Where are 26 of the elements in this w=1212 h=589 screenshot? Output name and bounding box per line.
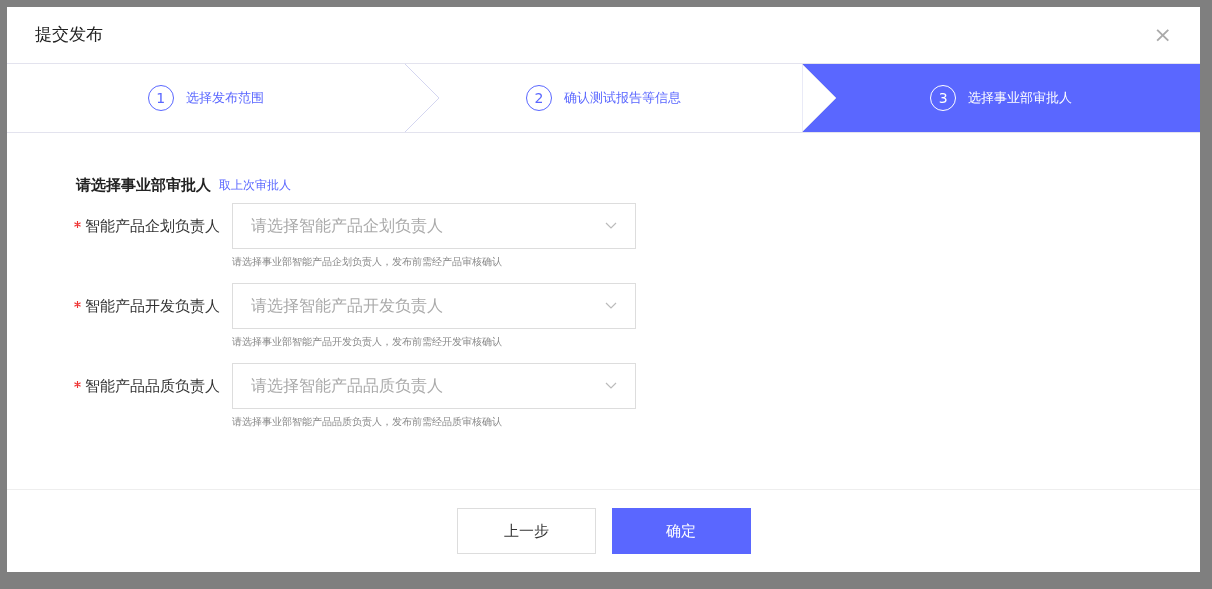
chevron-down-icon <box>605 382 617 390</box>
field-label: 智能产品开发负责人 <box>85 295 220 317</box>
field-label: 智能产品企划负责人 <box>85 215 220 237</box>
step-tab[interactable]: 3 选择事业部审批人 <box>802 64 1200 132</box>
select-field[interactable]: 请选择智能产品企划负责人 <box>232 203 636 249</box>
confirm-button[interactable]: 确定 <box>611 508 751 554</box>
back-button[interactable]: 上一步 <box>456 508 596 554</box>
step-label: 选择事业部审批人 <box>968 89 1073 108</box>
select-placeholder: 请选择智能产品企划负责人 <box>251 215 443 237</box>
step-label: 确认测试报告等信息 <box>564 89 681 108</box>
close-button[interactable]: × <box>1153 24 1172 46</box>
select-field[interactable]: 请选择智能产品品质负责人 <box>232 363 636 409</box>
select-placeholder: 请选择智能产品品质负责人 <box>251 375 443 397</box>
field-hint: 请选择事业部智能产品开发负责人，发布前需经开发审核确认 <box>232 335 503 349</box>
field-label: 智能产品品质负责人 <box>85 375 220 397</box>
select-field[interactable]: 请选择智能产品开发负责人 <box>232 283 636 329</box>
form-heading: 请选择事业部审批人 <box>76 174 211 196</box>
select-placeholder: 请选择智能产品开发负责人 <box>251 295 443 317</box>
step-label: 选择发布范围 <box>185 89 264 108</box>
chevron-down-icon <box>605 222 617 230</box>
step-arrow-icon <box>802 64 839 132</box>
field-hint: 请选择事业部智能产品企划负责人，发布前需经产品审核确认 <box>232 255 503 269</box>
dialog-title: 提交发布 <box>35 23 103 47</box>
chevron-down-icon <box>605 302 617 310</box>
previous-approver-link[interactable]: 取上次审批人 <box>219 176 291 194</box>
field-hint: 请选择事业部智能产品品质负责人，发布前需经品质审核确认 <box>232 415 503 429</box>
